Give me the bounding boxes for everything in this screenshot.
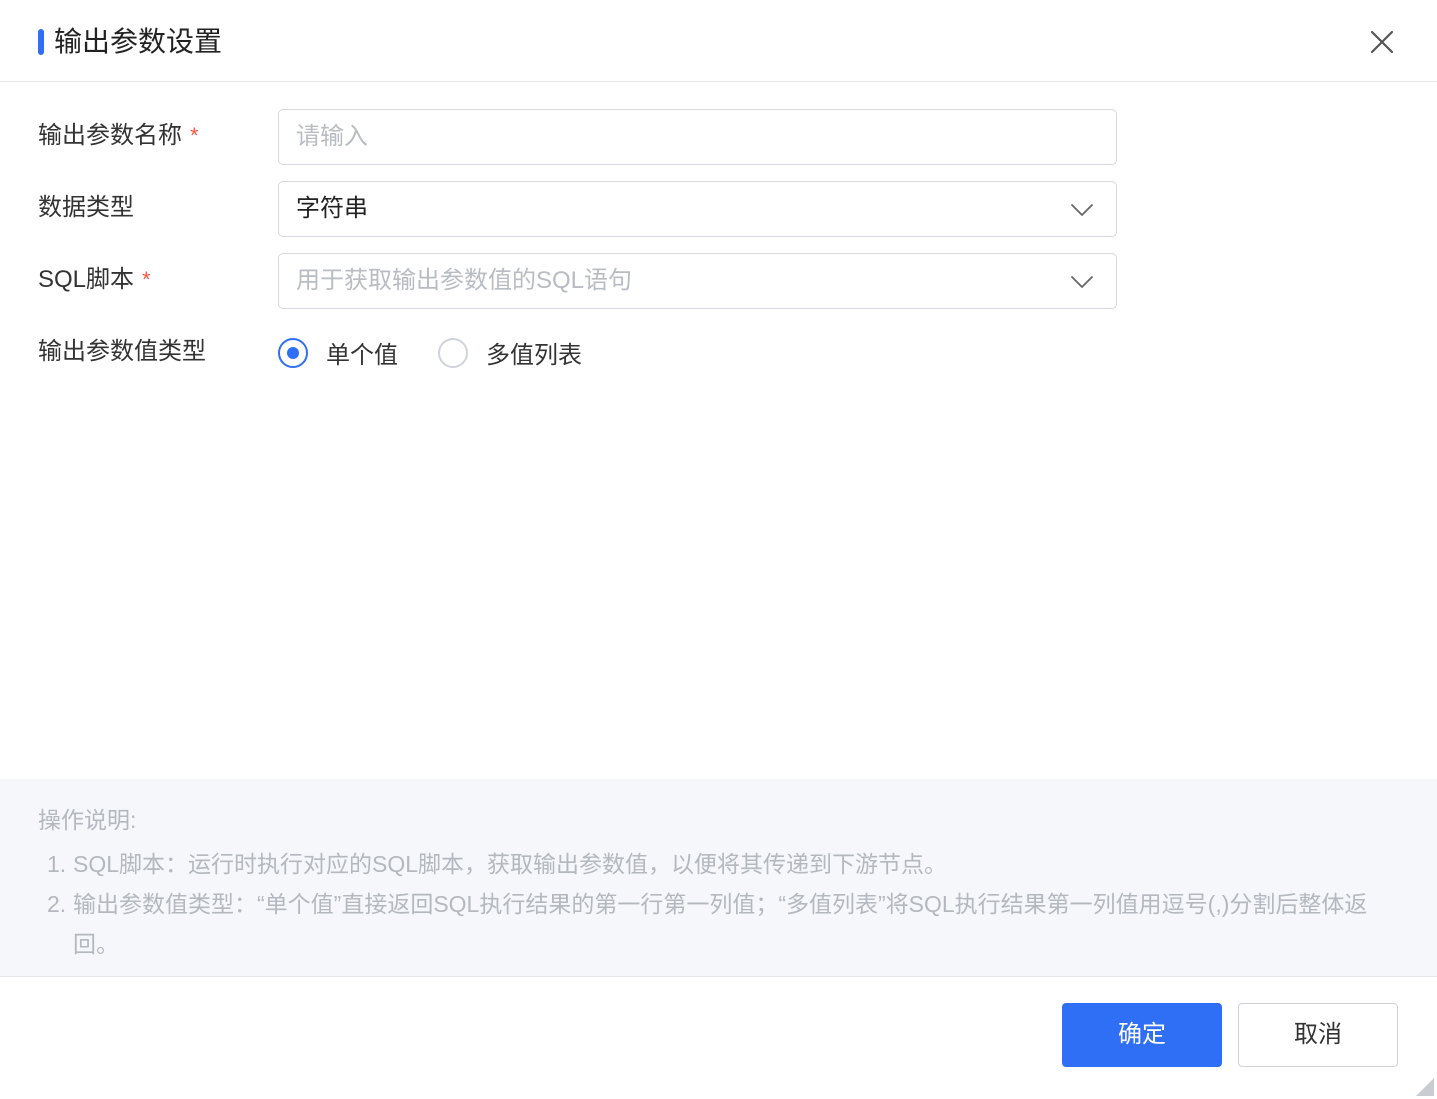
instruction-number: 2. <box>47 891 67 917</box>
data-type-select[interactable]: 字符串 <box>278 181 1117 237</box>
param-name-input[interactable] <box>279 110 1116 164</box>
cancel-button[interactable]: 取消 <box>1238 1003 1398 1067</box>
instruction-text: SQL脚本：运行时执行对应的SQL脚本，获取输出参数值，以便将其传递到下游节点。 <box>73 851 948 877</box>
chevron-down-icon <box>1071 204 1093 216</box>
confirm-button[interactable]: 确定 <box>1062 1003 1222 1067</box>
output-param-dialog: 输出参数设置 输出参数名称* 数据类型 字符串 SQL脚本* 用于获取输出参数值… <box>0 0 1437 1099</box>
required-mark: * <box>190 123 199 148</box>
close-button[interactable] <box>1364 24 1400 60</box>
data-type-label: 数据类型 <box>38 194 134 221</box>
dialog-header: 输出参数设置 <box>0 0 1437 82</box>
dialog-title: 输出参数设置 <box>54 26 223 57</box>
param-name-field[interactable] <box>278 109 1117 165</box>
radio-circle-checked[interactable] <box>278 338 308 368</box>
value-type-label: 输出参数值类型 <box>38 338 206 365</box>
param-name-label: 输出参数名称 * <box>38 122 199 149</box>
radio-label: 多值列表 <box>486 342 582 369</box>
radio-circle[interactable] <box>438 338 468 368</box>
instruction-text: 输出参数值类型：“单个值”直接返回SQL执行结果的第一行第一列值；“多值列表”将… <box>73 891 1368 957</box>
sql-script-placeholder: 用于获取输出参数值的SQL语句 <box>296 267 633 294</box>
data-type-value: 字符串 <box>296 195 368 222</box>
close-icon <box>1370 30 1394 54</box>
sql-script-select[interactable]: 用于获取输出参数值的SQL语句 <box>278 253 1117 309</box>
title-accent-bar <box>38 29 44 55</box>
instruction-number: 1. <box>47 851 67 877</box>
chevron-down-icon <box>1071 276 1093 288</box>
instructions-title: 操作说明: <box>38 807 137 833</box>
radio-label: 单个值 <box>326 342 398 369</box>
required-mark: * <box>142 267 151 292</box>
resize-handle-icon[interactable] <box>1413 1075 1435 1097</box>
sql-script-label: SQL脚本 * <box>38 266 151 293</box>
instructions-panel: 操作说明: 1. SQL脚本：运行时执行对应的SQL脚本，获取输出参数值，以便将… <box>0 779 1437 977</box>
